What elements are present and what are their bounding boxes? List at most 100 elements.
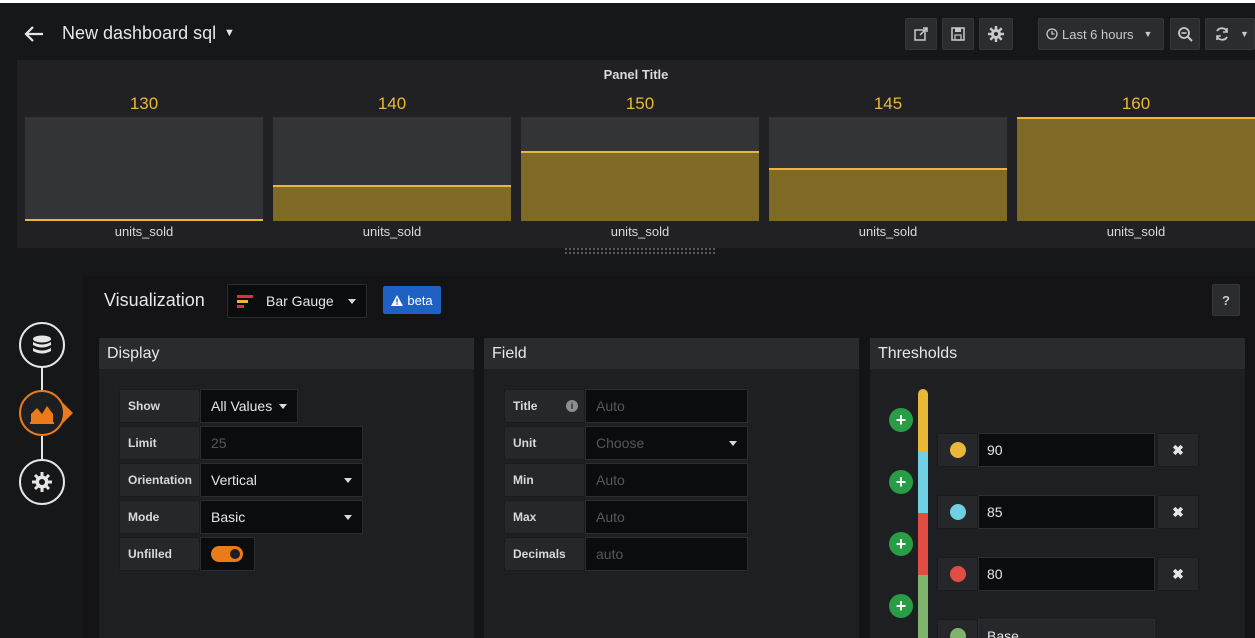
remove-threshold-button[interactable]: ✖ (1157, 557, 1199, 591)
refresh-icon (1216, 27, 1228, 41)
threshold-value-input[interactable]: 90 (978, 433, 1155, 467)
database-icon (33, 335, 51, 354)
threshold-color-bar (918, 575, 928, 638)
queries-tab[interactable] (19, 322, 65, 368)
dashboard-title[interactable]: New dashboard sql (62, 23, 216, 44)
threshold-color-picker[interactable] (937, 557, 978, 591)
unfilled-switch-wrap (200, 537, 255, 571)
gauge-fill (25, 219, 263, 221)
save-button[interactable] (942, 18, 974, 50)
threshold-base-label: Base (978, 619, 1155, 638)
active-step-pointer (63, 403, 73, 423)
caret-down-icon: ▼ (1143, 29, 1153, 39)
unit-placeholder: Choose (596, 435, 645, 451)
gauge-label: units_sold (610, 224, 670, 239)
add-threshold-button[interactable]: + (889, 594, 913, 618)
time-range-label: Last 6 hours (1062, 26, 1134, 42)
unfilled-toggle[interactable] (211, 546, 243, 562)
caret-down-icon (344, 478, 352, 483)
threshold-color-picker[interactable] (937, 619, 978, 638)
cog-icon (32, 472, 52, 492)
caret-down-icon[interactable]: ▼ (224, 27, 235, 39)
step-connector (41, 436, 43, 460)
warning-icon (391, 294, 404, 306)
gauge-value: 140 (377, 94, 407, 113)
unit-row: Unit Choose (504, 426, 748, 460)
panel-title[interactable]: Panel Title (17, 67, 1255, 82)
max-input[interactable]: Auto (585, 500, 748, 534)
threshold-row: 80 ✖ (937, 557, 1199, 591)
back-arrow-icon[interactable] (22, 22, 46, 46)
threshold-color-bar (918, 513, 928, 575)
remove-threshold-button[interactable]: ✖ (1157, 433, 1199, 467)
threshold-value-input[interactable]: 85 (978, 495, 1155, 529)
help-button[interactable]: ? (1212, 284, 1240, 316)
gauge-label: units_sold (114, 224, 174, 239)
max-placeholder: Auto (596, 509, 625, 525)
title-placeholder: Auto (596, 398, 625, 414)
limit-row: Limit 25 (119, 426, 363, 460)
add-threshold-button[interactable]: + (889, 408, 913, 432)
gauge-fill (273, 185, 511, 221)
caret-down-icon (344, 515, 352, 520)
mode-row: Mode Basic (119, 500, 363, 534)
gauge-background (25, 117, 263, 221)
info-icon[interactable]: i (566, 400, 578, 412)
visualization-type-picker[interactable]: Bar Gauge (227, 284, 367, 318)
mode-select[interactable]: Basic (200, 500, 363, 534)
settings-button[interactable] (979, 18, 1013, 50)
gauge-fill (769, 168, 1007, 221)
threshold-row: Base (937, 619, 1155, 638)
visualization-tab[interactable] (19, 390, 65, 436)
show-select[interactable]: All Values (200, 389, 298, 423)
gauge-background (769, 117, 1007, 221)
share-button[interactable] (905, 18, 937, 50)
color-dot (949, 442, 966, 458)
panel-resize-handle[interactable] (565, 248, 715, 254)
show-label: Show (119, 389, 200, 423)
gauge-background (273, 117, 511, 221)
unfilled-row: Unfilled (119, 537, 255, 571)
settings-gear-icon (988, 26, 1004, 42)
color-dot (949, 628, 966, 638)
orientation-select[interactable]: Vertical (200, 463, 363, 497)
threshold-color-picker[interactable] (937, 495, 978, 529)
limit-input[interactable]: 25 (200, 426, 363, 460)
title-label: Title i (504, 389, 585, 423)
bar-gauge-icon (237, 295, 253, 308)
add-threshold-button[interactable]: + (889, 532, 913, 556)
gauge-fill (1017, 117, 1255, 221)
gauge-label: units_sold (1106, 224, 1166, 239)
title-label-text: Title (513, 399, 538, 413)
title-input[interactable]: Auto (585, 389, 748, 423)
threshold-color-bar (918, 389, 928, 451)
decimals-input[interactable]: auto (585, 537, 748, 571)
mode-label: Mode (119, 500, 200, 534)
remove-threshold-button[interactable]: ✖ (1157, 495, 1199, 529)
refresh-button[interactable]: ▼ (1205, 18, 1255, 50)
unit-select[interactable]: Choose (585, 426, 748, 460)
time-range-picker[interactable]: Last 6 hours ▼ (1038, 18, 1164, 50)
color-dot (949, 566, 966, 582)
thresholds-heading: Thresholds (870, 338, 1245, 369)
threshold-color-bar (918, 451, 928, 513)
color-dot (949, 504, 966, 520)
orientation-row: Orientation Vertical (119, 463, 363, 497)
threshold-value-input[interactable]: 80 (978, 557, 1155, 591)
threshold-color-picker[interactable] (937, 433, 978, 467)
save-icon (951, 27, 965, 41)
clock-icon (1046, 28, 1058, 40)
gauge-fill (521, 151, 759, 221)
close-icon: ✖ (1172, 441, 1184, 458)
gauge-label: units_sold (362, 224, 422, 239)
min-input[interactable]: Auto (585, 463, 748, 497)
threshold-row: 85 ✖ (937, 495, 1199, 529)
gauge-value: 160 (1121, 94, 1151, 113)
bar-gauge-panel[interactable]: Panel Title 130 units_sold 140 units_sold 15… (17, 60, 1255, 248)
add-threshold-button[interactable]: + (889, 470, 913, 494)
visualization-heading: Visualization (104, 290, 205, 310)
zoom-out-button[interactable] (1170, 18, 1200, 50)
general-settings-tab[interactable] (19, 459, 65, 505)
orientation-label: Orientation (119, 463, 200, 497)
caret-down-icon (279, 404, 287, 409)
